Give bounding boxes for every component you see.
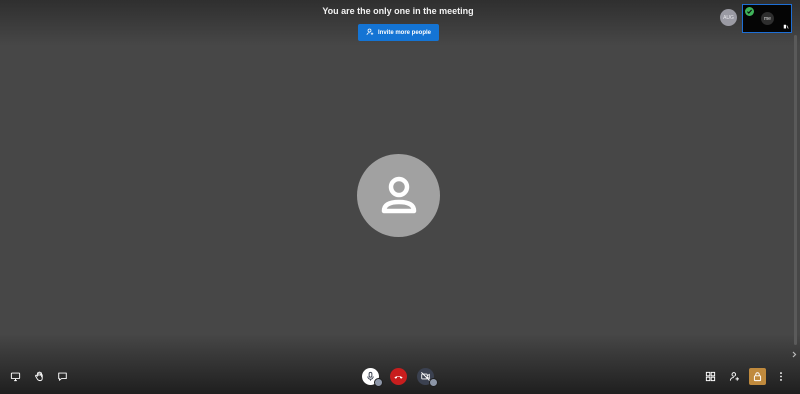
share-screen-button[interactable] <box>9 370 22 383</box>
muted-mic-icon <box>783 24 789 29</box>
share-screen-icon <box>10 372 21 382</box>
invite-more-people-label: Invite more people <box>377 29 431 36</box>
local-video-tile[interactable]: me <box>742 4 792 33</box>
more-options-button[interactable] <box>776 370 786 383</box>
chat-icon <box>58 372 67 381</box>
hangup-icon <box>394 375 403 379</box>
filmstrip-scrollbar[interactable] <box>794 35 797 345</box>
connection-ok-icon <box>745 7 754 16</box>
tile-view-icon <box>705 371 716 382</box>
chat-button[interactable] <box>56 370 69 383</box>
camera-button[interactable] <box>417 368 438 387</box>
add-person-icon <box>366 28 374 38</box>
tile-view-button[interactable] <box>704 370 717 383</box>
user-icon <box>381 176 416 213</box>
invite-people-button[interactable] <box>728 370 741 383</box>
invite-more-people-button[interactable]: Invite more people <box>358 24 439 41</box>
invite-people-icon <box>729 372 739 381</box>
raise-hand-button[interactable] <box>33 370 46 383</box>
raise-hand-icon <box>35 371 43 382</box>
self-avatar: me <box>761 12 774 25</box>
leave-meeting-button[interactable] <box>390 368 407 385</box>
participant-thumbnail-avatar[interactable]: AUG <box>720 9 737 26</box>
bottom-gradient <box>0 334 800 394</box>
more-options-icon <box>780 372 782 381</box>
chevron-right-icon[interactable] <box>792 351 797 358</box>
security-lock-icon <box>753 372 762 382</box>
participant-avatar <box>357 154 440 237</box>
only-participant-notice: You are the only one in the meeting <box>322 6 474 16</box>
security-options-button[interactable] <box>749 368 766 385</box>
camera-options-toggle[interactable] <box>429 378 438 387</box>
microphone-options-toggle[interactable] <box>374 378 383 387</box>
microphone-button[interactable] <box>362 368 383 387</box>
